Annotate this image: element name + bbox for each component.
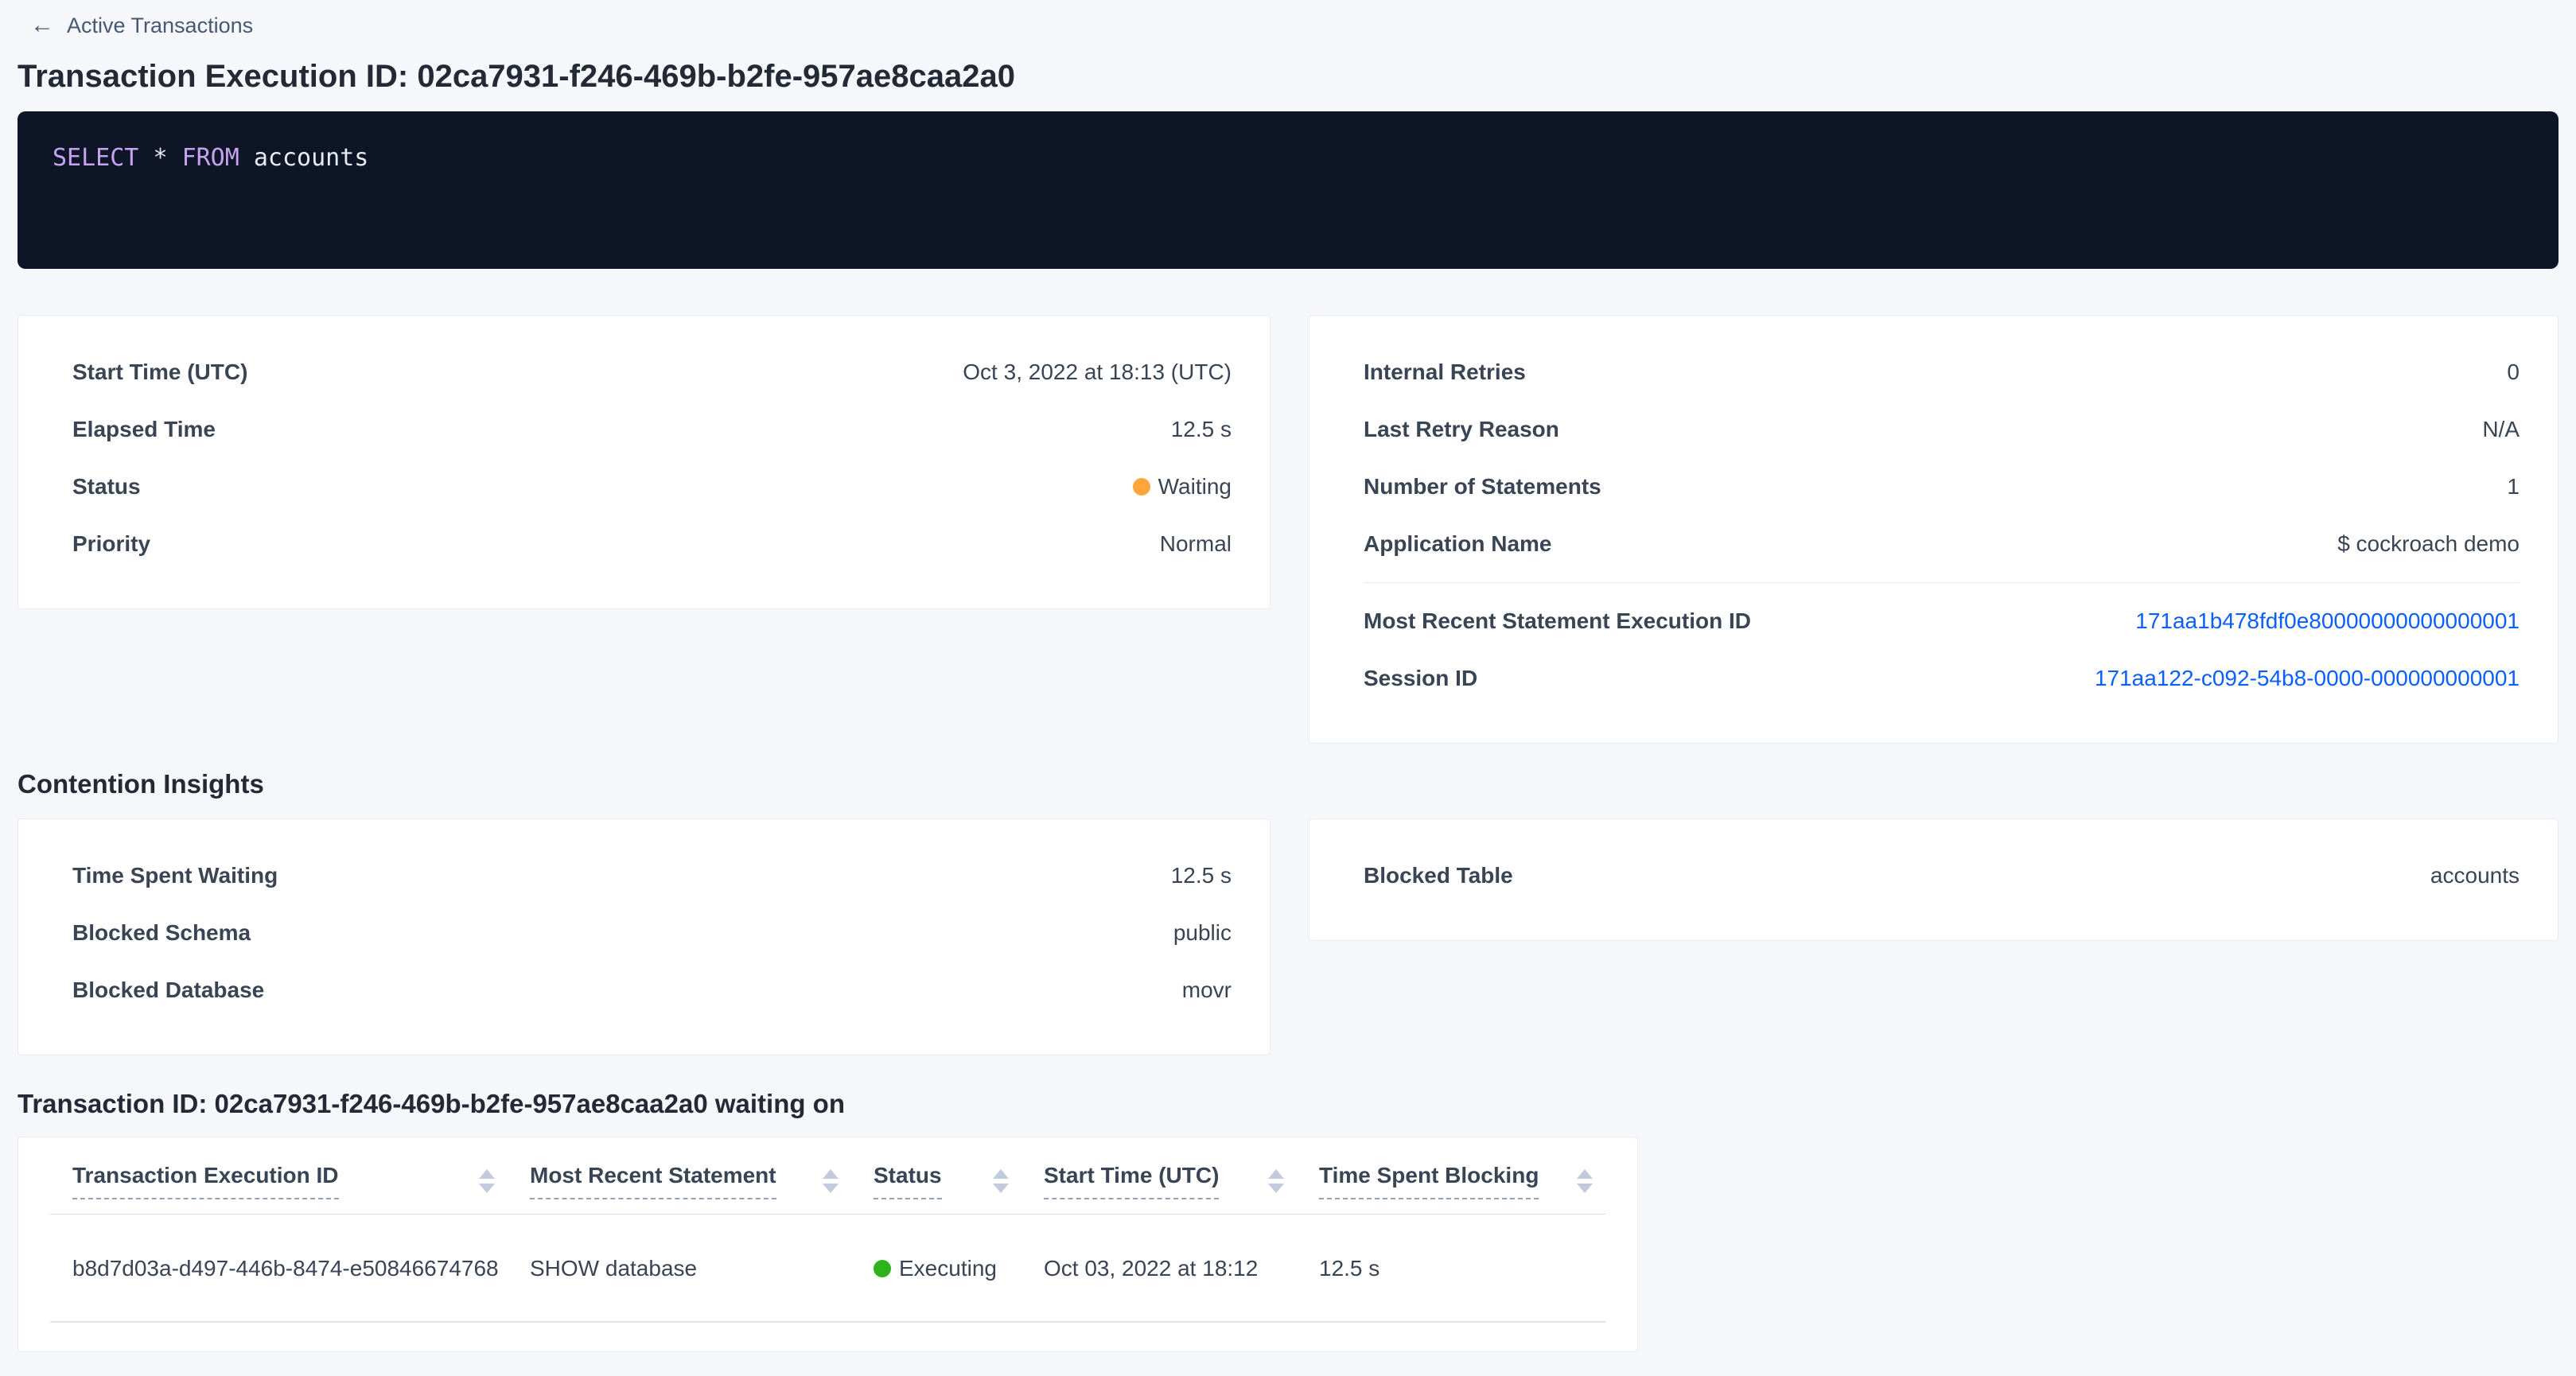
sql-table-name: accounts [254,144,369,172]
column-label: Start Time (UTC) [1044,1163,1219,1199]
card-divider [1364,582,2520,583]
statement-execution-id-label: Most Recent Statement Execution ID [1364,608,1751,634]
column-label: Transaction Execution ID [72,1163,339,1199]
cell-transaction-execution-id: b8d7d03a-d497-446b-8474-e50846674768 [50,1256,508,1281]
status-badge: Executing [874,1256,997,1281]
column-header-start-time[interactable]: Start Time (UTC) [1021,1163,1297,1199]
start-time-label: Start Time (UTC) [72,360,247,385]
sql-keyword: SELECT [53,144,138,172]
back-button[interactable]: ← Active Transactions [30,11,253,40]
cell-time-spent-blocking: 12.5 s [1297,1256,1605,1281]
statement-execution-id-link[interactable]: 171aa1b478fdf0e80000000000000001 [2135,608,2520,634]
column-header-transaction-execution-id[interactable]: Transaction Execution ID [50,1163,508,1199]
contention-row-blocked-schema: Blocked Schema public [72,904,1232,962]
blocked-schema-value: public [1173,920,1232,946]
session-id-label: Session ID [1364,666,1477,691]
status-badge: Waiting [1133,474,1232,499]
sql-operator: * [153,144,167,172]
summary-row-statement-execution-id: Most Recent Statement Execution ID 171aa… [1364,593,2520,650]
summary-row-elapsed-time: Elapsed Time 12.5 s [72,401,1232,458]
summary-row-priority: Priority Normal [72,515,1232,573]
executing-status-icon [874,1260,891,1277]
contention-row-time-spent-waiting: Time Spent Waiting 12.5 s [72,847,1232,904]
sql-statement: SELECT * FROM accounts [53,143,2523,173]
application-name-label: Application Name [1364,531,1551,557]
cell-status: Executing [851,1256,1021,1281]
elapsed-time-value: 12.5 s [1171,417,1232,442]
column-label: Status [874,1163,942,1199]
blocked-database-value: movr [1182,978,1232,1003]
status-label: Status [72,474,141,499]
sort-icon[interactable] [1577,1169,1593,1193]
last-retry-reason-value: N/A [2482,417,2520,442]
page-title: Transaction Execution ID: 02ca7931-f246-… [18,57,2576,95]
contention-insights-heading: Contention Insights [18,768,2576,801]
blocked-table-label: Blocked Table [1364,863,1513,888]
transaction-details-card: Internal Retries 0 Last Retry Reason N/A… [1309,315,2558,744]
contention-row-blocked-database: Blocked Database movr [72,962,1232,1019]
summary-row-start-time: Start Time (UTC) Oct 3, 2022 at 18:13 (U… [72,344,1232,401]
last-retry-reason-label: Last Retry Reason [1364,417,1559,442]
contention-details-card: Time Spent Waiting 12.5 s Blocked Schema… [18,818,1270,1055]
blocked-table-card: Blocked Table accounts [1309,818,2558,941]
blocked-schema-label: Blocked Schema [72,920,251,946]
summary-row-last-retry-reason: Last Retry Reason N/A [1364,401,2520,458]
sort-icon[interactable] [823,1169,839,1193]
elapsed-time-label: Elapsed Time [72,417,216,442]
cell-most-recent-statement: SHOW database [508,1256,851,1281]
number-of-statements-label: Number of Statements [1364,474,1601,499]
summary-row-number-of-statements: Number of Statements 1 [1364,458,2520,515]
waiting-on-heading: Transaction ID: 02ca7931-f246-469b-b2fe-… [18,1087,2576,1121]
start-time-value: Oct 3, 2022 at 18:13 (UTC) [963,360,1232,385]
internal-retries-value: 0 [2507,360,2520,385]
priority-label: Priority [72,531,150,557]
summary-row-application-name: Application Name $ cockroach demo [1364,515,2520,573]
contention-cards-row: Time Spent Waiting 12.5 s Blocked Schema… [18,818,2558,1055]
back-label: Active Transactions [67,11,253,40]
summary-cards-row: Start Time (UTC) Oct 3, 2022 at 18:13 (U… [18,315,2558,744]
sort-icon[interactable] [993,1169,1009,1193]
table-header-row: Transaction Execution ID Most Recent Sta… [50,1137,1605,1215]
internal-retries-label: Internal Retries [1364,360,1526,385]
summary-row-status: Status Waiting [72,458,1232,515]
summary-row-internal-retries: Internal Retries 0 [1364,344,2520,401]
column-header-most-recent-statement[interactable]: Most Recent Statement [508,1163,851,1199]
waiting-status-icon [1133,478,1150,496]
column-header-time-spent-blocking[interactable]: Time Spent Blocking [1297,1163,1605,1199]
application-name-value: $ cockroach demo [2337,531,2520,557]
transaction-summary-card: Start Time (UTC) Oct 3, 2022 at 18:13 (U… [18,315,1270,609]
back-arrow-icon: ← [30,11,54,40]
table-row: b8d7d03a-d497-446b-8474-e50846674768 SHO… [50,1215,1605,1323]
column-label: Most Recent Statement [530,1163,776,1199]
session-id-link[interactable]: 171aa122-c092-54b8-0000-000000000001 [2095,666,2520,691]
sort-icon[interactable] [479,1169,495,1193]
priority-value: Normal [1160,531,1232,557]
waiting-transactions-table: Transaction Execution ID Most Recent Sta… [18,1137,1638,1352]
time-spent-waiting-value: 12.5 s [1171,863,1232,888]
summary-row-session-id: Session ID 171aa122-c092-54b8-0000-00000… [1364,650,2520,707]
contention-row-blocked-table: Blocked Table accounts [1364,847,2520,904]
column-label: Time Spent Blocking [1319,1163,1539,1199]
sort-icon[interactable] [1268,1169,1284,1193]
blocked-table-value: accounts [2430,863,2520,888]
time-spent-waiting-label: Time Spent Waiting [72,863,278,888]
sql-statement-box: SELECT * FROM accounts [18,111,2558,269]
number-of-statements-value: 1 [2507,474,2520,499]
column-header-status[interactable]: Status [851,1163,1021,1199]
status-value: Waiting [1158,474,1232,499]
blocked-database-label: Blocked Database [72,978,264,1003]
cell-start-time: Oct 03, 2022 at 18:12 [1021,1256,1297,1281]
row-status-value: Executing [899,1256,997,1281]
sql-keyword: FROM [182,144,239,172]
